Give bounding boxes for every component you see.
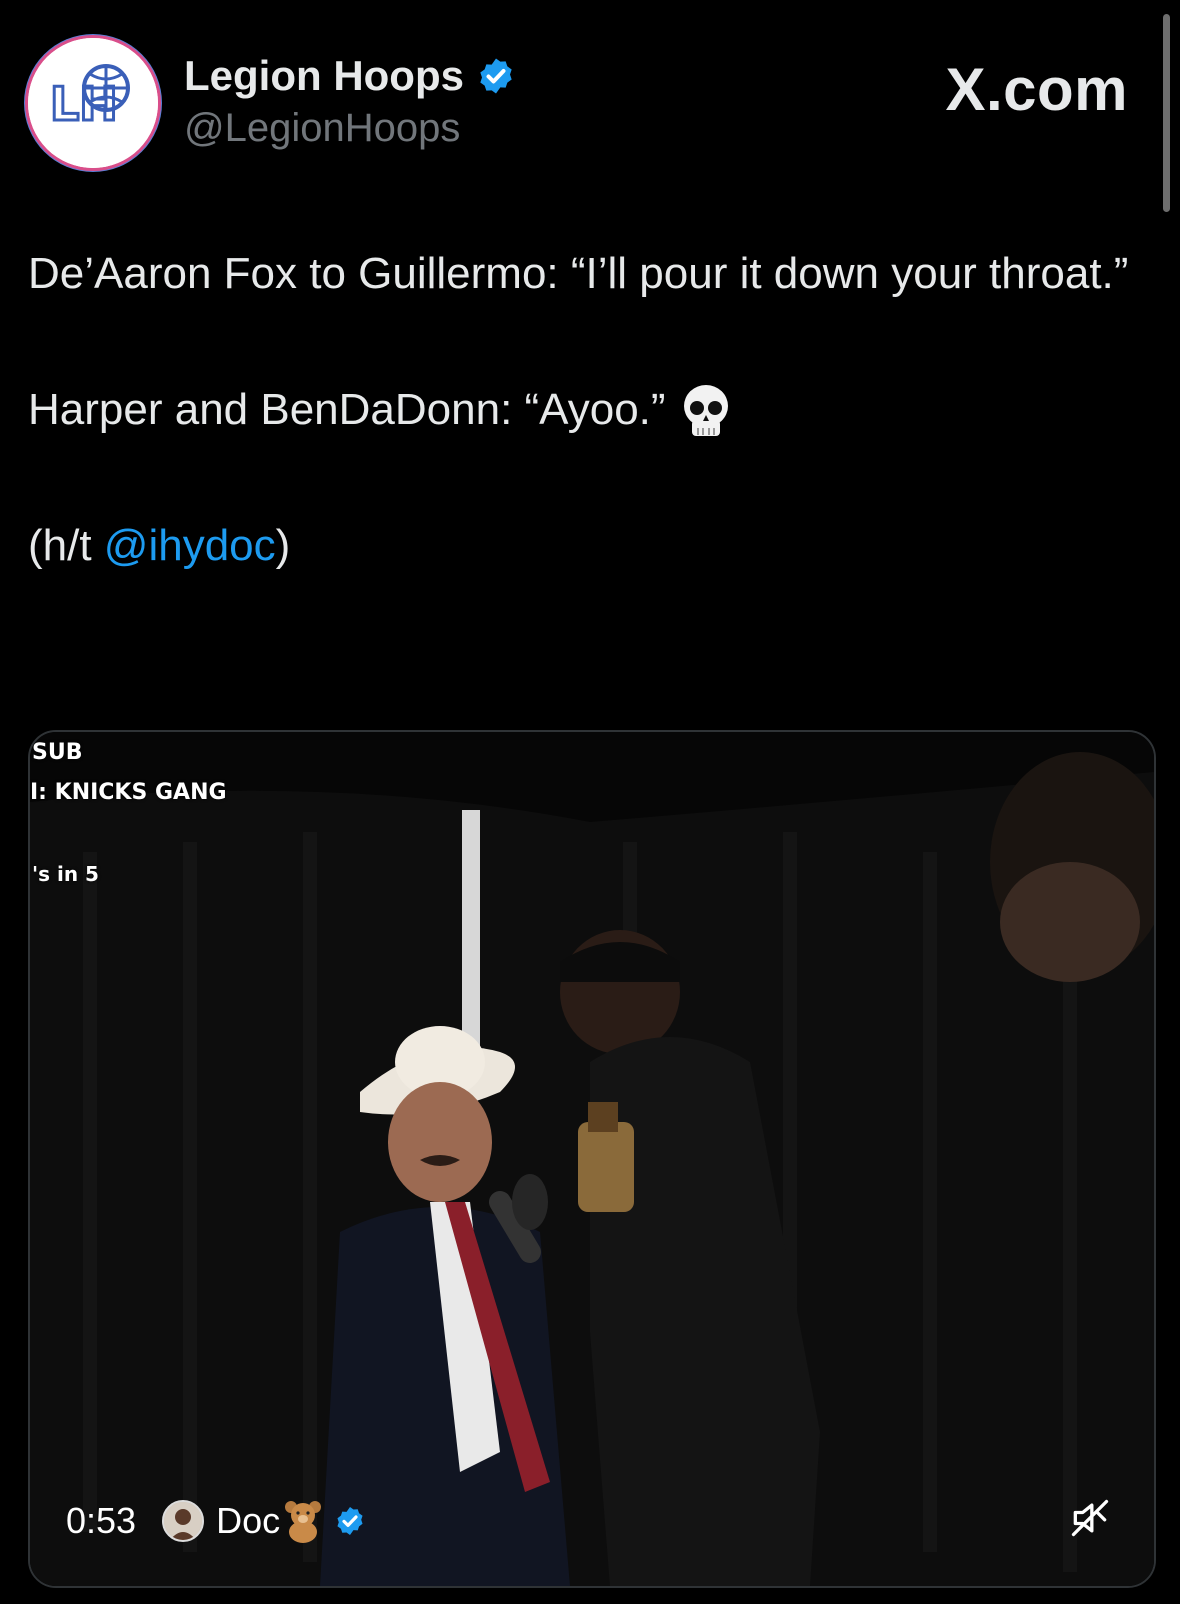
tweet-line-quote: De’Aaron Fox to Guillermo: “I’ll pour it… — [28, 249, 1129, 298]
author-name-row[interactable]: Legion Hoops — [184, 52, 516, 100]
video-player[interactable]: SUB I: KNICKS GANG 's in 5 0:53 Doc — [28, 730, 1156, 1588]
skull-emoji-icon — [683, 385, 728, 437]
tweet-line-hat-tip: (h/t @ihydoc) — [28, 512, 1148, 580]
creator-avatar-image — [164, 1502, 203, 1540]
hat-tip-suffix: ) — [275, 521, 291, 570]
creator-name[interactable]: Doc — [216, 1500, 280, 1542]
tweet-line-reaction-text: Harper and BenDaDonn: “Ayoo.” — [28, 385, 666, 434]
mention-link[interactable]: @ihydoc — [104, 521, 276, 570]
svg-text:LH: LH — [50, 77, 118, 131]
stream-overlay-label-1: SUB — [32, 740, 83, 765]
creator-verified-badge-icon — [337, 1507, 363, 1535]
x-brand-label: X.com — [945, 56, 1128, 123]
verified-badge-icon — [480, 58, 512, 94]
stream-overlay-label-2: I: KNICKS GANG — [30, 780, 227, 805]
tweet-body: De’Aaron Fox to Guillermo: “I’ll pour it… — [28, 240, 1148, 580]
author-handle[interactable]: @LegionHoops — [184, 106, 460, 151]
muted-speaker-icon[interactable] — [1068, 1496, 1112, 1540]
profile-avatar[interactable]: LH — [28, 38, 158, 168]
legion-hoops-logo-icon: LH — [28, 38, 158, 168]
video-info-bar: 0:53 Doc — [66, 1498, 366, 1544]
tweet-line-reaction: Harper and BenDaDonn: “Ayoo.” — [28, 376, 1148, 444]
hat-tip-prefix: (h/t — [28, 521, 104, 570]
video-timestamp: 0:53 — [66, 1500, 137, 1541]
video-frame — [30, 732, 1154, 1586]
teddy-bear-emoji-icon — [285, 1501, 322, 1543]
display-name[interactable]: Legion Hoops — [184, 52, 464, 100]
stream-overlay-label-3: 's in 5 — [32, 862, 99, 886]
page-scrollbar[interactable] — [1163, 14, 1170, 212]
creator-avatar[interactable] — [162, 1500, 205, 1542]
